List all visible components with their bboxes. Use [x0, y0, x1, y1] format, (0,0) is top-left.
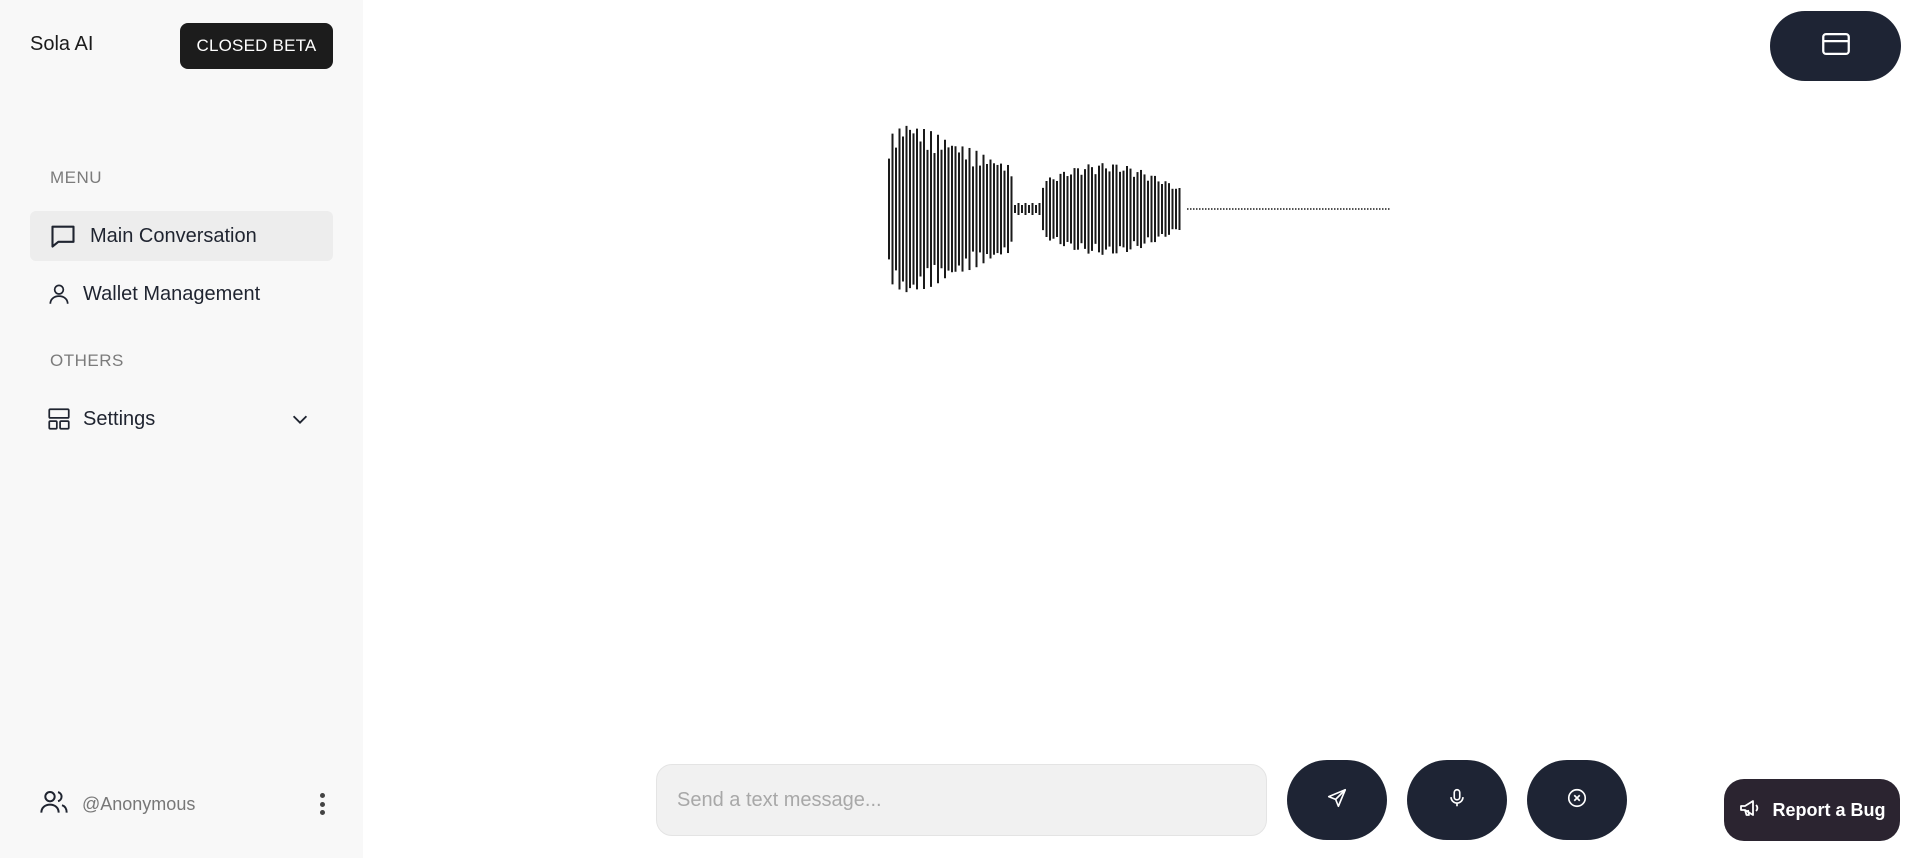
- send-icon: [1326, 787, 1348, 814]
- others-heading: OTHERS: [50, 351, 124, 370]
- chat-bubble-icon: [48, 221, 78, 251]
- user-profile[interactable]: @Anonymous: [38, 786, 328, 822]
- report-bug-button[interactable]: Report a Bug: [1724, 779, 1900, 841]
- sidebar-item-label: Wallet Management: [83, 282, 261, 305]
- sidebar-item-wallet-management[interactable]: Wallet Management: [30, 269, 333, 319]
- menu-heading: MENU: [50, 168, 103, 187]
- stop-button[interactable]: [1527, 760, 1627, 840]
- wallet-card-button[interactable]: [1770, 11, 1901, 81]
- layout-icon: [44, 404, 74, 434]
- audio-waveform: [888, 125, 1390, 293]
- user-handle: @Anonymous: [82, 793, 196, 814]
- closed-beta-badge[interactable]: CLOSED BETA: [180, 23, 333, 69]
- microphone-icon: [1446, 787, 1468, 814]
- sidebar: Sola AI CLOSED BETA MENU Main Conversati…: [0, 0, 363, 858]
- close-circle-icon: [1566, 787, 1588, 814]
- megaphone-icon: [1738, 796, 1762, 825]
- message-input[interactable]: [656, 764, 1267, 836]
- report-bug-label: Report a Bug: [1772, 799, 1886, 820]
- sidebar-item-label: Settings: [83, 407, 156, 430]
- chevron-down-icon[interactable]: [289, 408, 311, 430]
- brand-name: Sola AI: [30, 33, 94, 55]
- users-icon: [38, 786, 70, 823]
- send-button[interactable]: [1287, 760, 1387, 840]
- sidebar-item-label: Main Conversation: [90, 224, 257, 247]
- sidebar-item-main-conversation[interactable]: Main Conversation: [30, 211, 333, 261]
- sidebar-item-settings[interactable]: Settings: [30, 394, 333, 444]
- user-icon: [44, 279, 74, 309]
- microphone-button[interactable]: [1407, 760, 1507, 840]
- more-vertical-icon[interactable]: [316, 790, 328, 818]
- credit-card-icon: [1819, 27, 1853, 66]
